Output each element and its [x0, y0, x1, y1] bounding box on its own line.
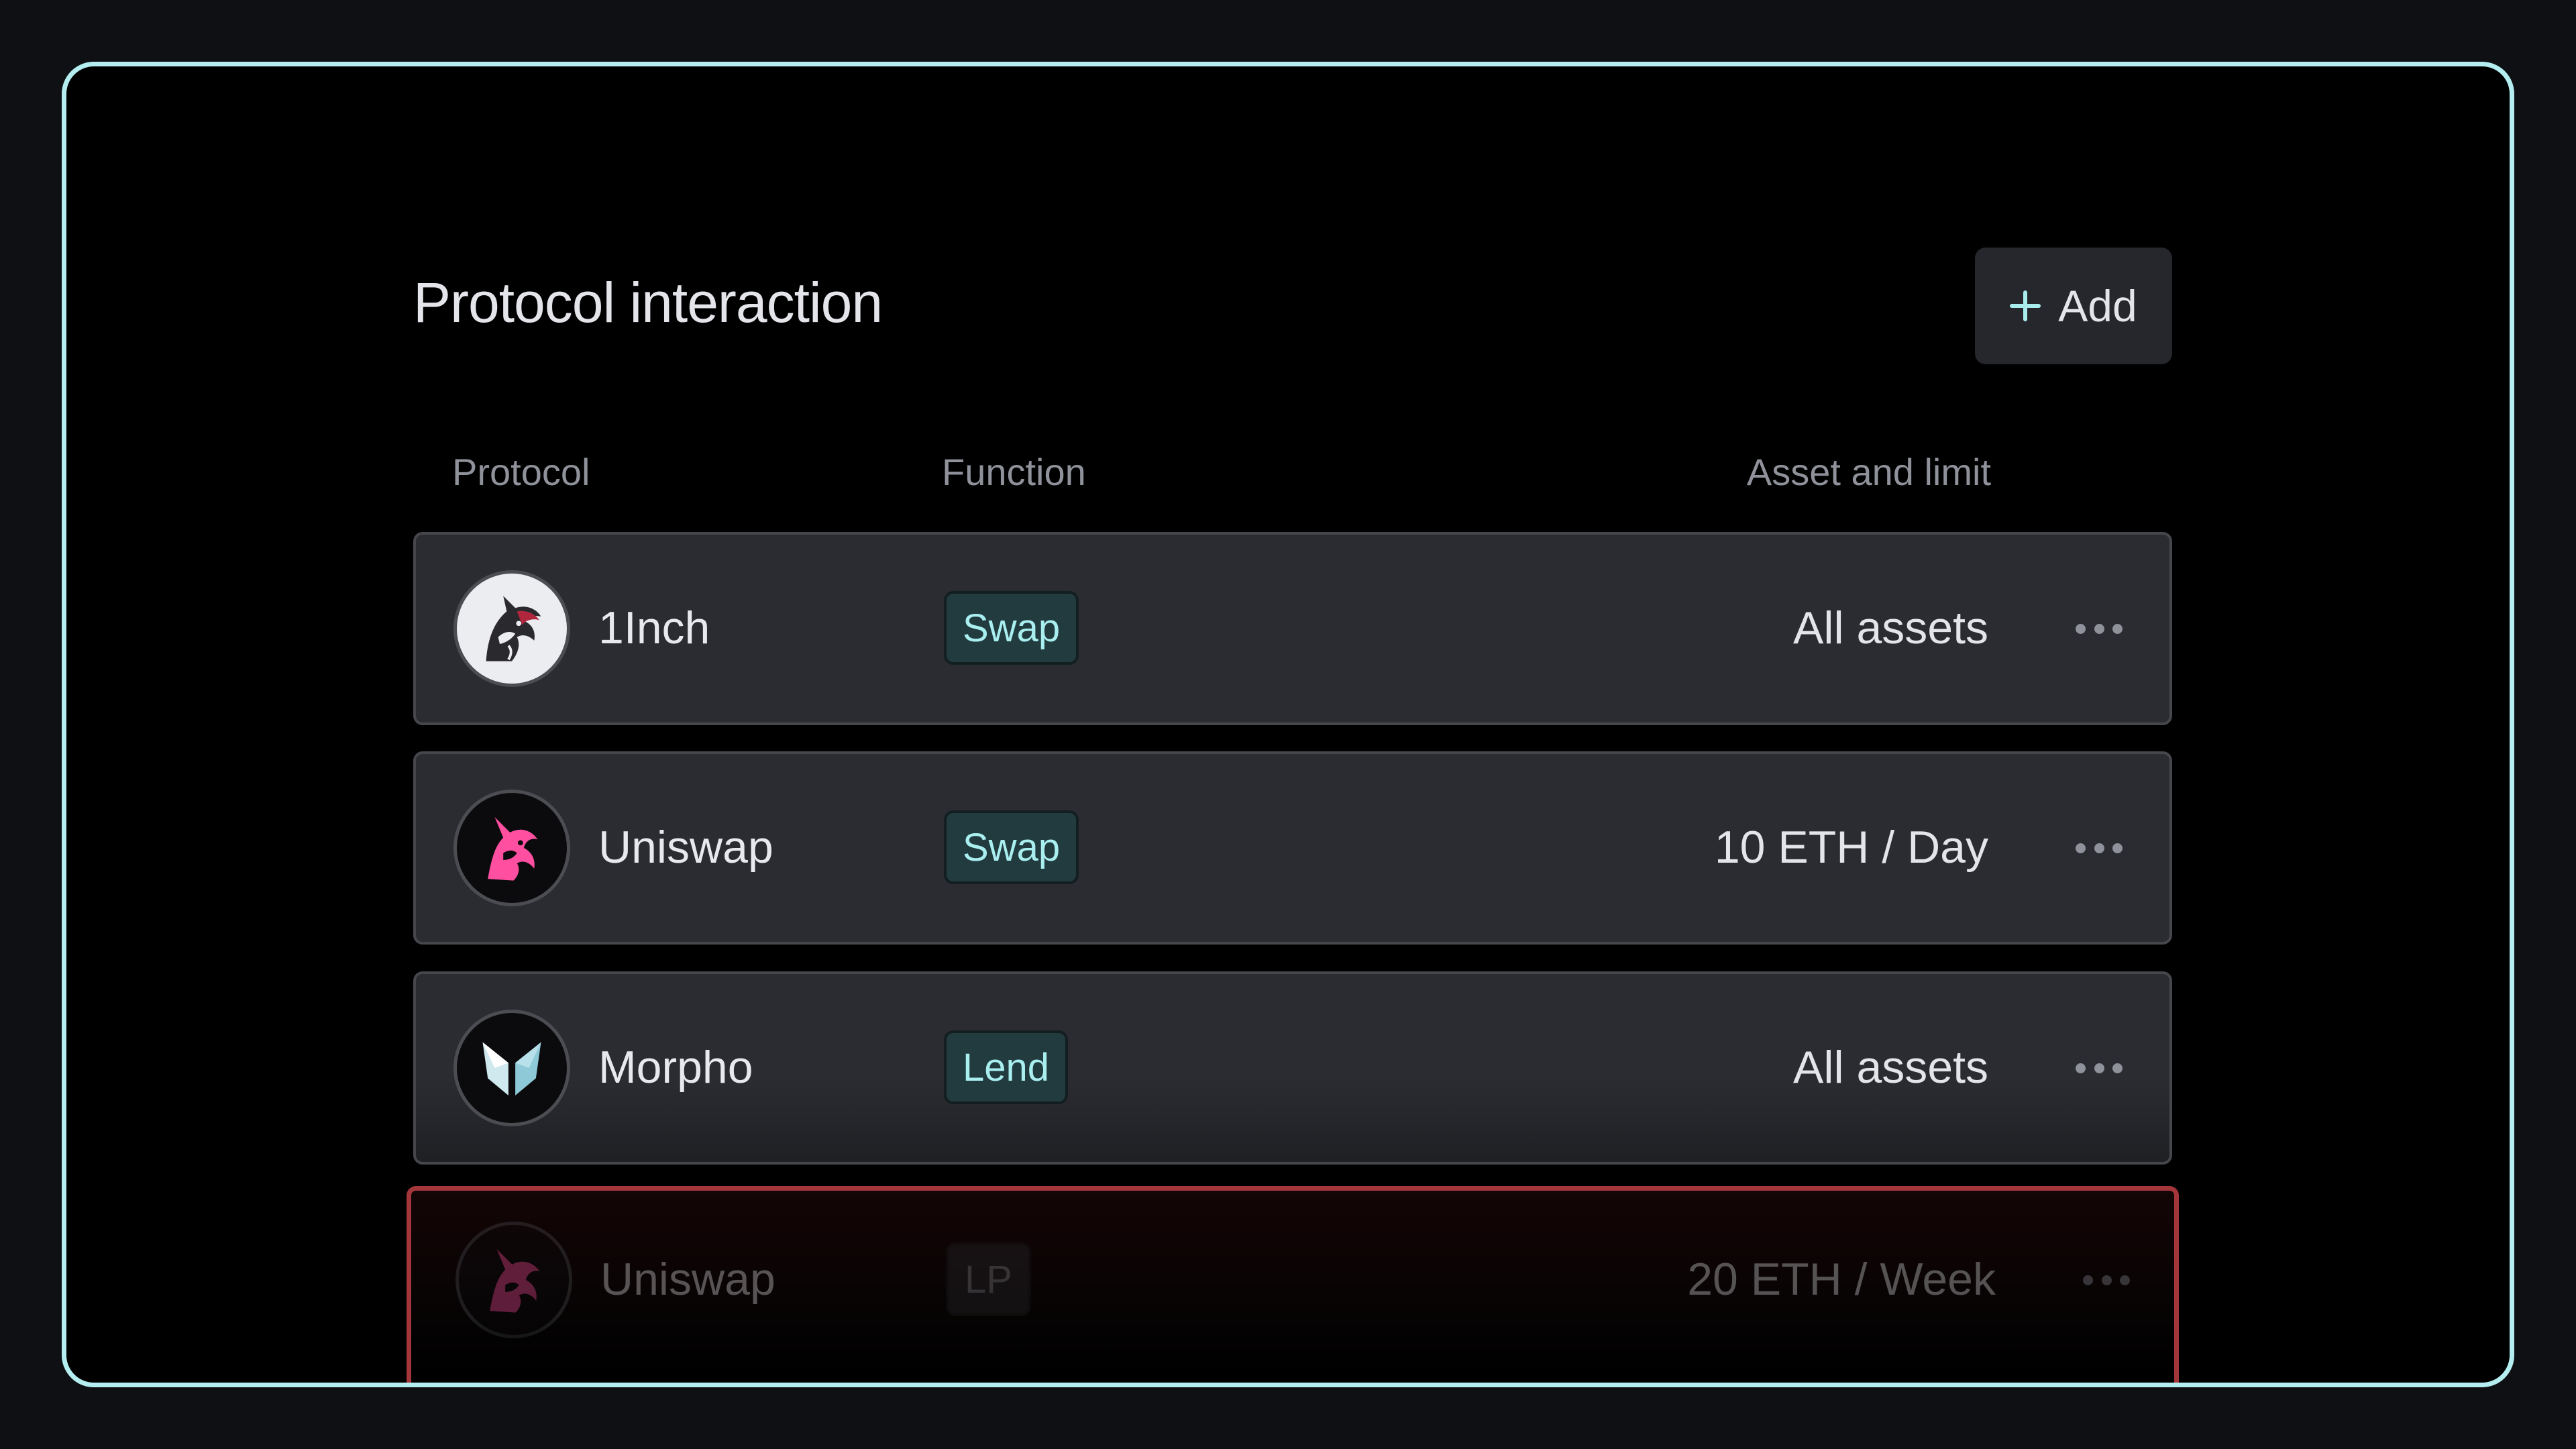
- column-header-protocol: Protocol: [452, 451, 590, 493]
- asset-limit: All assets: [1793, 602, 1988, 653]
- add-button[interactable]: Add: [1975, 248, 2172, 364]
- plus-icon: [2010, 290, 2041, 321]
- page-title: Protocol interaction: [413, 271, 883, 334]
- column-header-function: Function: [942, 451, 1086, 493]
- column-header-asset: Asset and limit: [1746, 451, 1991, 493]
- more-options-icon[interactable]: [2076, 622, 2123, 635]
- app-frame: Protocol interaction Add Protocol Functi…: [62, 62, 2514, 1387]
- function-chip: Swap: [944, 591, 1079, 665]
- protocol-name: Uniswap: [598, 822, 773, 873]
- table-row[interactable]: Uniswap Swap 10 ETH / Day: [413, 751, 2172, 945]
- asset-limit: 20 ETH / Week: [1687, 1254, 1996, 1305]
- oneinch-unicorn-icon: [453, 570, 570, 687]
- add-button-label: Add: [2058, 281, 2137, 331]
- function-chip: Swap: [944, 810, 1079, 884]
- function-chip: Lend: [944, 1030, 1069, 1104]
- protocol-name: Uniswap: [600, 1254, 775, 1305]
- asset-limit: All assets: [1793, 1042, 1988, 1093]
- table-row[interactable]: Morpho Lend All assets: [413, 971, 2172, 1165]
- protocol-name: Morpho: [598, 1042, 753, 1093]
- more-options-icon[interactable]: [2076, 841, 2123, 855]
- table-row[interactable]: 1Inch Swap All assets: [413, 532, 2172, 725]
- asset-limit: 10 ETH / Day: [1714, 822, 1988, 873]
- more-options-icon[interactable]: [2076, 1061, 2123, 1075]
- protocol-interaction-panel: Protocol interaction Add Protocol Functi…: [407, 66, 2179, 1383]
- protocol-name: 1Inch: [598, 602, 710, 653]
- function-chip: LP: [946, 1242, 1031, 1316]
- uniswap-unicorn-icon: [453, 790, 570, 906]
- table-row-highlighted[interactable]: Uniswap LP 20 ETH / Week: [407, 1186, 2179, 1383]
- morpho-butterfly-icon: [453, 1010, 570, 1126]
- uniswap-unicorn-icon: [455, 1222, 572, 1338]
- more-options-icon[interactable]: [2083, 1273, 2130, 1287]
